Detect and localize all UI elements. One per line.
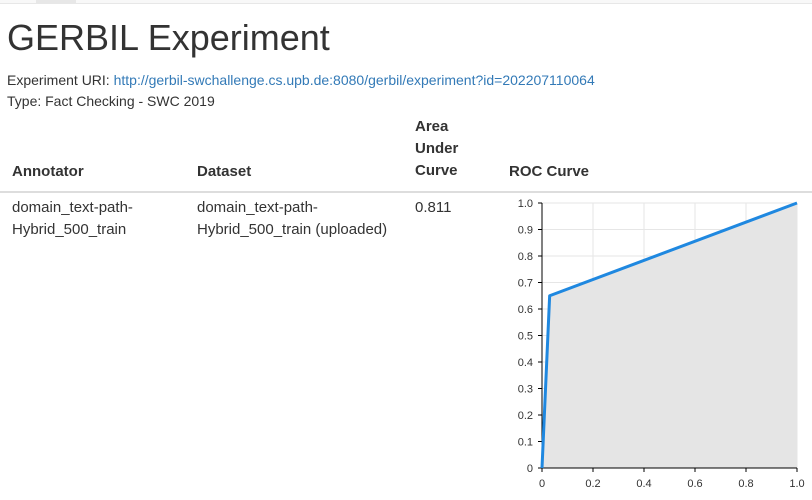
y-tick-label: 0.9 (518, 225, 533, 237)
x-tick-label: 0.6 (687, 478, 702, 490)
experiment-uri-link[interactable]: http://gerbil-swchallenge.cs.upb.de:8080… (114, 72, 595, 88)
experiment-type: Type: Fact Checking - SWC 2019 (7, 93, 215, 109)
top-navbar (0, 0, 812, 4)
y-tick-label: 0.2 (518, 410, 533, 422)
x-tick-label: 0 (539, 478, 545, 490)
y-tick-label: 0.6 (518, 304, 533, 316)
x-tick-label: 0.8 (738, 478, 753, 490)
page-title: GERBIL Experiment (7, 17, 330, 58)
header-roc-curve: ROC Curve (509, 163, 590, 180)
y-tick-label: 1.0 (518, 198, 533, 210)
y-tick-label: 0.5 (518, 331, 533, 343)
experiment-uri-label: Experiment URI: (7, 72, 110, 88)
y-tick-label: 0.1 (518, 437, 533, 449)
x-tick-label: 0.2 (585, 478, 600, 490)
roc-chart: 0 0.1 0.2 0.3 0.4 0.5 0.6 0.7 0.8 0.9 1.0 0 0.2 0.4 0.… (518, 198, 805, 490)
roc-area-fill (542, 203, 797, 468)
header-dataset: Dataset (197, 163, 252, 180)
x-tick-label: 0.4 (636, 478, 651, 490)
y-tick-label: 0.8 (518, 251, 533, 263)
y-tick-label: 0.4 (518, 357, 533, 369)
cell-auc: 0.811 (415, 199, 452, 216)
header-auc: Area Under Curve (415, 118, 459, 179)
y-tick-label: 0.7 (518, 278, 533, 290)
y-tick-label: 0 (527, 463, 533, 475)
x-tick-label: 1.0 (789, 478, 804, 490)
experiment-uri-line: Experiment URI: http://gerbil-swchalleng… (7, 70, 595, 90)
header-annotator: Annotator (12, 163, 84, 180)
y-tick-label: 0.3 (518, 384, 533, 396)
cell-annotator: domain_text-path-Hybrid_500_train (12, 199, 133, 238)
cell-dataset: domain_text-path-Hybrid_500_train (uploa… (197, 199, 388, 238)
navbar-tab[interactable] (36, 0, 76, 3)
